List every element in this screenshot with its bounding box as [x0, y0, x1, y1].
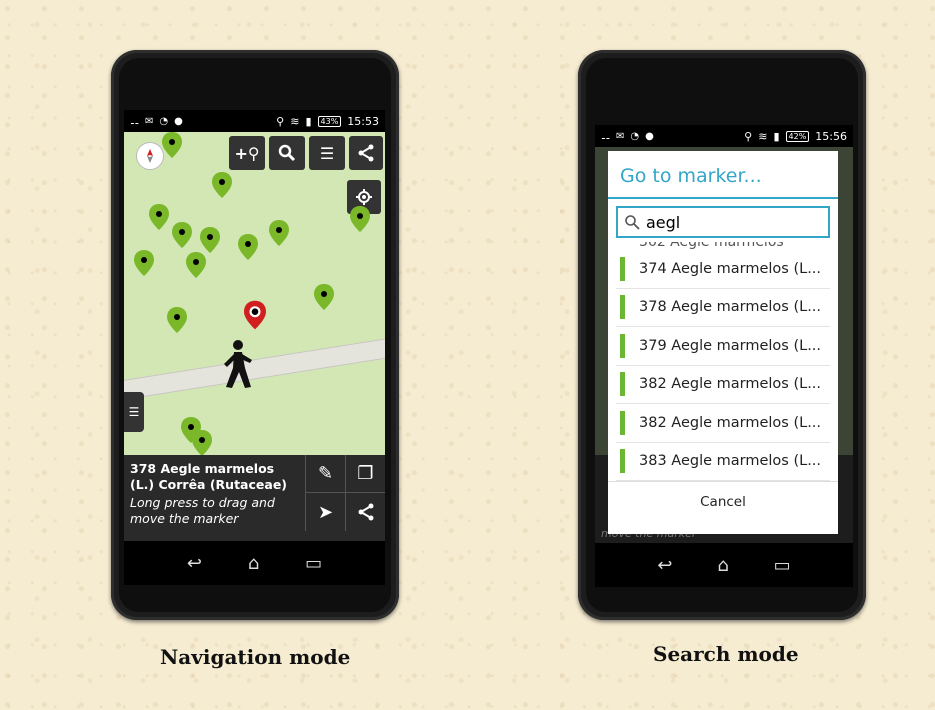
- phone-search: ⚋✉◔● ⚲ ≋ ▮ 42% 15:56 move the marker Go …: [578, 50, 866, 620]
- selected-marker[interactable]: [244, 300, 266, 330]
- locate-icon: [356, 189, 372, 205]
- result-color-bar: [620, 295, 625, 320]
- copy-icon: ❐: [357, 463, 374, 484]
- battery-icon: 43%: [317, 115, 342, 127]
- location-icon: ⚲: [276, 114, 285, 128]
- map-marker[interactable]: [269, 220, 289, 246]
- marker-result-item[interactable]: 379 Aegle marmelos (L...: [616, 327, 830, 366]
- marker-info-panel: 378 Aegle marmelos (L.) Corrêa (Rutaceae…: [124, 455, 385, 541]
- map-view[interactable]: +⚲ ☰ ☰: [124, 132, 385, 456]
- clock: 15:53: [347, 114, 379, 128]
- signal-icon: ▮: [305, 114, 312, 128]
- result-color-bar: [620, 410, 625, 435]
- search-button[interactable]: [269, 136, 305, 170]
- battery-icon: 42%: [785, 130, 810, 142]
- map-marker[interactable]: [192, 430, 212, 456]
- nav-bar: ↩ ⌂ ▭: [124, 541, 385, 585]
- map-marker[interactable]: [314, 284, 334, 310]
- marker-result-item[interactable]: 382 Aegle marmelos (L...: [616, 404, 830, 443]
- result-label: 379 Aegle marmelos (L...: [639, 337, 822, 354]
- compass-button[interactable]: [136, 142, 164, 170]
- map-marker[interactable]: [350, 206, 370, 232]
- map-marker[interactable]: [200, 227, 220, 253]
- recent-apps-icon[interactable]: ▭: [774, 555, 791, 576]
- back-icon[interactable]: ↩: [187, 553, 202, 574]
- map-marker[interactable]: [162, 132, 182, 158]
- marker-result-item[interactable]: 383 Aegle marmelos (L...: [616, 443, 830, 481]
- partial-list-item: 362 Aegle marmelos: [639, 242, 784, 250]
- share-icon: [358, 144, 374, 162]
- notification-icons: ⚋ ✉ ◔ ●: [130, 115, 183, 127]
- marker-search-input[interactable]: aegl: [616, 206, 830, 238]
- signal-icon: ▮: [773, 129, 780, 143]
- share-button[interactable]: [349, 136, 383, 170]
- cancel-button[interactable]: Cancel: [608, 481, 838, 519]
- map-marker[interactable]: [149, 204, 169, 230]
- wifi-icon: ≋: [290, 114, 300, 128]
- phone-navigation: ⚋ ✉ ◔ ● ⚲ ≋ ▮ 43% 15:53 +⚲ ☰ ☰ 378 Aegle…: [111, 50, 399, 620]
- status-bar: ⚋ ✉ ◔ ● ⚲ ≋ ▮ 42% 15:56: [595, 125, 853, 147]
- screen-search: ⚋✉◔● ⚲ ≋ ▮ 42% 15:56 move the marker Go …: [595, 125, 853, 587]
- copy-button[interactable]: ❐: [345, 455, 385, 493]
- wifi-icon: ≋: [758, 129, 768, 143]
- marker-hint: Long press to drag and move the marker: [130, 495, 275, 526]
- map-marker[interactable]: [172, 222, 192, 248]
- location-icon: ⚲: [744, 129, 753, 143]
- edit-button[interactable]: ✎: [305, 455, 345, 493]
- result-color-bar: [620, 449, 625, 474]
- compass-icon: [147, 149, 153, 163]
- caption-search-mode: Search mode: [653, 642, 799, 666]
- screen-navigation: ⚋ ✉ ◔ ● ⚲ ≋ ▮ 43% 15:53 +⚲ ☰ ☰ 378 Aegle…: [124, 110, 385, 585]
- result-label: 378 Aegle marmelos (L...: [639, 299, 822, 316]
- marker-title: 378 Aegle marmelos (L.) Corrêa (Rutaceae…: [130, 461, 288, 492]
- navigate-arrow-icon: ➤: [317, 501, 334, 523]
- marker-result-item[interactable]: 378 Aegle marmelos (L...: [616, 289, 830, 327]
- add-marker-button[interactable]: +⚲: [229, 136, 265, 170]
- go-to-marker-dialog: Go to marker... aegl 362 Aegle marmelos …: [608, 151, 838, 534]
- share-marker-button[interactable]: [345, 493, 385, 531]
- marker-result-item[interactable]: 382 Aegle marmelos (L...: [616, 366, 830, 404]
- marker-result-list: 374 Aegle marmelos (L... 378 Aegle marmel…: [608, 250, 838, 481]
- marker-result-item[interactable]: 374 Aegle marmelos (L...: [616, 250, 830, 289]
- notification-icons: ⚋ ✉ ◔ ●: [601, 130, 654, 142]
- walking-person-icon: [224, 340, 252, 388]
- list-button[interactable]: ☰: [309, 136, 345, 170]
- result-label: 382 Aegle marmelos (L...: [639, 376, 822, 393]
- pencil-icon: ✎: [317, 463, 334, 484]
- search-icon: [278, 144, 296, 162]
- list-icon: ☰: [319, 143, 335, 163]
- map-marker[interactable]: [186, 252, 206, 278]
- map-marker[interactable]: [134, 250, 154, 276]
- result-color-bar: [620, 333, 625, 358]
- search-icon: [625, 215, 640, 230]
- share-icon: [358, 503, 373, 521]
- home-icon[interactable]: ⌂: [717, 555, 728, 576]
- drawer-icon: ☰: [128, 405, 140, 419]
- map-marker[interactable]: [238, 234, 258, 260]
- home-icon[interactable]: ⌂: [248, 553, 259, 574]
- result-color-bar: [620, 372, 625, 397]
- add-marker-icon: +⚲: [234, 143, 260, 163]
- recent-apps-icon[interactable]: ▭: [305, 553, 322, 574]
- caption-navigation-mode: Navigation mode: [160, 645, 351, 669]
- result-label: 374 Aegle marmelos (L...: [639, 260, 822, 277]
- status-bar: ⚋ ✉ ◔ ● ⚲ ≋ ▮ 43% 15:53: [124, 110, 385, 132]
- clock: 15:56: [815, 129, 847, 143]
- result-label: 382 Aegle marmelos (L...: [639, 414, 822, 431]
- map-marker[interactable]: [212, 172, 232, 198]
- result-label: 383 Aegle marmelos (L...: [639, 453, 822, 470]
- drawer-handle[interactable]: ☰: [124, 392, 144, 432]
- nav-bar: ↩ ⌂ ▭: [595, 543, 853, 587]
- navigate-button[interactable]: ➤: [305, 493, 345, 531]
- result-color-bar: [620, 256, 625, 281]
- map-marker[interactable]: [167, 307, 187, 333]
- search-value: aegl: [646, 212, 681, 232]
- back-icon[interactable]: ↩: [657, 555, 672, 576]
- dialog-title: Go to marker...: [608, 151, 838, 199]
